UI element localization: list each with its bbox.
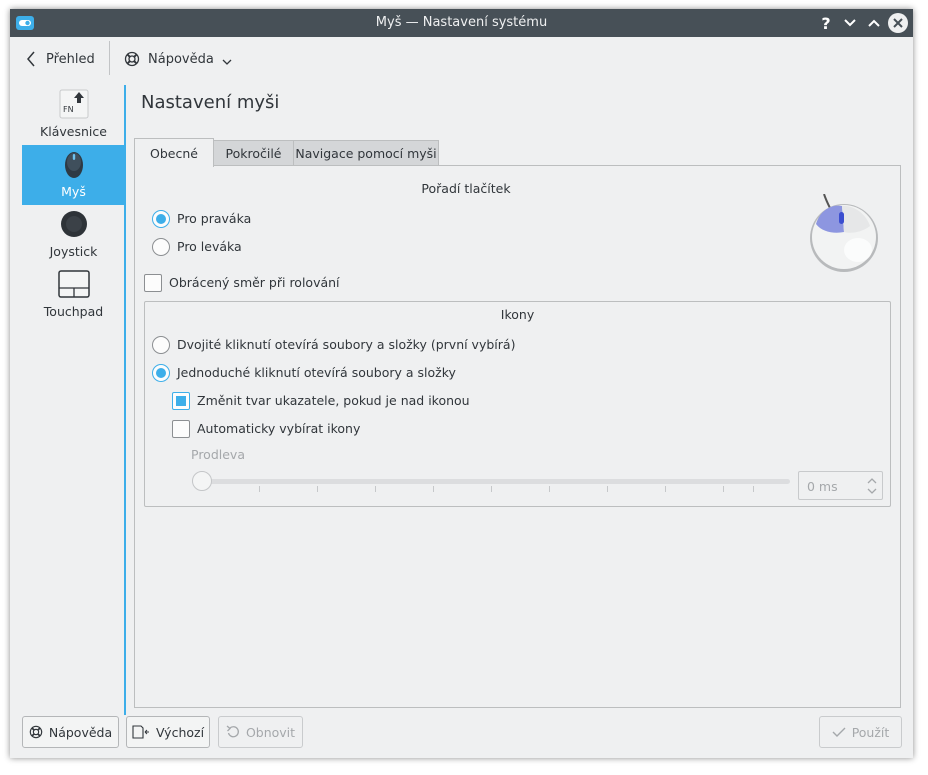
slider-tick bbox=[491, 486, 492, 492]
document-defaults-icon bbox=[132, 725, 149, 739]
sidebar-item-keyboard[interactable]: FN Klávesnice bbox=[22, 85, 125, 145]
back-label: Přehled bbox=[46, 51, 95, 67]
sidebar-item-label: Touchpad bbox=[43, 304, 104, 319]
slider-tick bbox=[549, 486, 550, 492]
slider-tick bbox=[259, 486, 260, 492]
undo-icon bbox=[226, 725, 239, 738]
tab-advanced[interactable]: Pokročilé bbox=[213, 140, 294, 166]
chevron-up-icon bbox=[868, 19, 880, 27]
right-handed-radio[interactable] bbox=[152, 210, 170, 228]
single-click-radio[interactable] bbox=[152, 364, 170, 382]
slider-tick bbox=[753, 486, 754, 492]
delay-slider-handle[interactable] bbox=[192, 471, 212, 491]
defaults-button[interactable]: Výchozí bbox=[126, 716, 210, 748]
double-click-radio[interactable] bbox=[152, 336, 170, 354]
reverse-scroll-checkbox[interactable] bbox=[144, 274, 162, 292]
sidebar-divider bbox=[124, 85, 126, 715]
slider-tick bbox=[317, 486, 318, 492]
change-pointer-checkbox[interactable] bbox=[172, 392, 190, 410]
maximize-button[interactable] bbox=[864, 13, 884, 33]
delay-spinbox[interactable]: 0 ms bbox=[798, 471, 883, 500]
delay-label: Prodleva bbox=[191, 447, 245, 462]
close-icon bbox=[893, 18, 903, 28]
slider-tick bbox=[607, 486, 608, 492]
left-handed-label[interactable]: Pro leváka bbox=[177, 239, 242, 254]
chevron-down-icon bbox=[222, 59, 232, 65]
checkmark-icon bbox=[832, 727, 846, 737]
system-settings-window: Myš — Nastavení systému ? Přehled Nápově… bbox=[10, 9, 913, 758]
joystick-icon bbox=[60, 211, 87, 237]
right-handed-label[interactable]: Pro praváka bbox=[177, 211, 251, 226]
button-order-title: Pořadí tlačítek bbox=[421, 181, 511, 196]
single-click-label[interactable]: Jednoduché kliknutí otevírá soubory a sl… bbox=[177, 365, 456, 380]
chevron-left-icon bbox=[27, 51, 35, 67]
sidebar-item-joystick[interactable]: Joystick bbox=[22, 205, 125, 265]
sidebar: FN Klávesnice Myš Joystick Touchpad bbox=[22, 85, 125, 715]
chevron-down-icon bbox=[844, 19, 856, 27]
toolbar: Přehled Nápověda bbox=[10, 37, 913, 83]
keyboard-fn-icon: FN bbox=[59, 89, 88, 119]
sidebar-item-label: Klávesnice bbox=[40, 124, 107, 139]
mouse-icon bbox=[64, 152, 83, 178]
svg-text:FN: FN bbox=[63, 105, 74, 114]
help-lifebuoy-icon bbox=[29, 725, 43, 739]
window-title: Myš — Nastavení systému bbox=[375, 15, 548, 30]
help-question-button[interactable]: ? bbox=[816, 13, 836, 33]
slider-tick bbox=[375, 486, 376, 492]
defaults-button-label: Výchozí bbox=[155, 724, 205, 740]
left-handed-radio[interactable] bbox=[152, 238, 170, 256]
sidebar-item-mouse[interactable]: Myš bbox=[22, 145, 125, 205]
slider-tick bbox=[433, 486, 434, 492]
slider-tick bbox=[665, 486, 666, 492]
change-pointer-label[interactable]: Změnit tvar ukazatele, pokud je nad ikon… bbox=[197, 393, 470, 408]
reset-button[interactable]: Obnovit bbox=[218, 716, 303, 748]
back-to-overview-button[interactable]: Přehled bbox=[26, 47, 95, 71]
spin-arrows-icon[interactable] bbox=[866, 475, 878, 497]
help-button-label: Nápověda bbox=[48, 724, 113, 740]
apply-button-label: Použít bbox=[851, 724, 890, 740]
auto-select-label[interactable]: Automaticky vybírat ikony bbox=[197, 421, 360, 436]
help-button[interactable]: Nápověda bbox=[22, 716, 119, 748]
toolbar-separator bbox=[109, 41, 110, 75]
touchpad-icon bbox=[57, 270, 90, 298]
help-menu-label: Nápověda bbox=[148, 51, 214, 67]
help-menu-button[interactable]: Nápověda bbox=[124, 47, 232, 71]
icons-group-title: Ikony bbox=[500, 307, 535, 322]
close-button[interactable] bbox=[888, 13, 908, 33]
mouse-illustration-icon bbox=[810, 194, 878, 272]
apply-button[interactable]: Použít bbox=[819, 716, 902, 748]
delay-value: 0 ms bbox=[807, 479, 838, 494]
auto-select-checkbox[interactable] bbox=[172, 420, 190, 438]
slider-tick bbox=[723, 486, 724, 492]
reverse-scroll-label[interactable]: Obrácený směr při rolování bbox=[169, 275, 340, 290]
tab-mouse-navigation[interactable]: Navigace pomocí myši bbox=[293, 140, 439, 166]
sidebar-item-label: Joystick bbox=[49, 244, 98, 259]
sidebar-item-touchpad[interactable]: Touchpad bbox=[22, 265, 125, 325]
double-click-label[interactable]: Dvojité kliknutí otevírá soubory a složk… bbox=[177, 337, 515, 352]
delay-slider-track[interactable] bbox=[192, 479, 790, 484]
title-bar[interactable]: Myš — Nastavení systému ? bbox=[10, 9, 913, 37]
reset-button-label: Obnovit bbox=[245, 724, 296, 740]
help-lifebuoy-icon bbox=[124, 51, 140, 67]
minimize-button[interactable] bbox=[840, 13, 860, 33]
page-title: Nastavení myši bbox=[141, 92, 280, 113]
sidebar-item-label: Myš bbox=[61, 184, 86, 199]
tab-general[interactable]: Obecné bbox=[134, 138, 214, 167]
